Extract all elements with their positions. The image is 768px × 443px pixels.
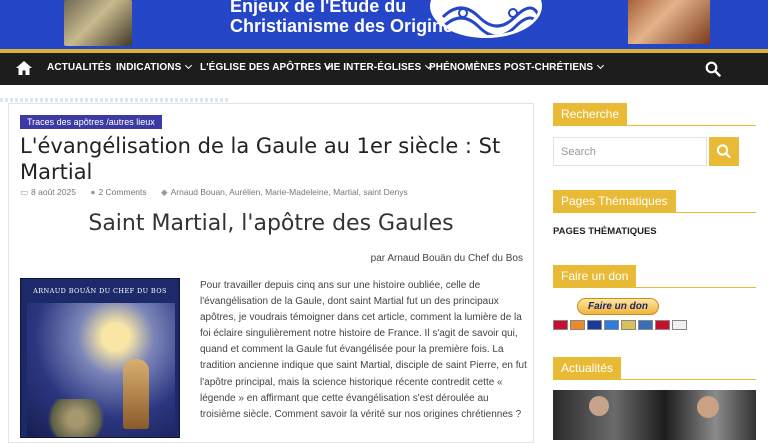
card-icon [621,320,636,330]
sidebar-rule [553,379,756,380]
chevron-down-icon [597,61,605,70]
sidebar-rule [553,212,756,213]
post-date[interactable]: ▭ 8 août 2025 [20,187,82,197]
category-tag[interactable]: Traces des apôtres /autres lieux [20,115,162,129]
book-cover-illustration [27,303,175,437]
nav-item-eglise-des-apotres[interactable]: L'ÉGLISE DES APÔTRES [200,61,333,73]
sidebar-heading-search: Recherche [553,103,628,125]
header-decorative-image-left [64,0,132,46]
nav-item-vie-inter-eglises[interactable]: VIE INTER-ÉGLISES [324,61,433,73]
chevron-down-icon [185,61,193,70]
site-title[interactable]: Enjeux de l'Etude du Christianisme des O… [230,0,463,36]
card-icon [587,320,602,330]
sidebar-rule [553,287,756,288]
card-icon [604,320,619,330]
donate-button[interactable]: Faire un don [577,298,659,315]
sidebar-heading-donate: Faire un don [553,265,637,287]
comment-icon: ● [90,187,96,197]
post-tags[interactable]: ◆ Arnaud Bouan, Aurélien, Marie-Madeleine… [161,187,414,197]
post-meta: ▭ 8 août 2025 ● 2 Comments ◆ Arnaud Bouan, … [20,187,420,198]
article-body: Pour travailler depuis cinq ans sur une … [200,280,527,420]
book-cover-author: ARNAUD BOUÄN DU CHEF DU BOS [33,287,167,295]
book-cover-image[interactable]: ARNAUD BOUÄN DU CHEF DU BOS [20,278,180,438]
nav-item-indications[interactable]: INDICATIONS [116,61,193,73]
home-icon[interactable] [15,59,33,77]
nav-item-phenomenes-post-chretiens[interactable]: PHÉNOMÈNES POST-CHRÉTIENS [429,61,605,73]
sidebar-heading-news: Actualités [553,357,622,379]
card-icon [553,320,568,330]
sidebar-link-pages-thematiques[interactable]: PAGES THÉMATIQUES [553,226,657,237]
news-thumbnail-image[interactable] [553,390,756,440]
main-navigation: ACTUALITÉS INDICATIONS L'ÉGLISE DES APÔT… [0,53,768,85]
search-input[interactable]: Search [553,137,707,166]
post-comments-link[interactable]: ● 2 Comments [90,187,152,197]
calendar-icon: ▭ [20,187,29,197]
sidebar-heading-pages: Pages Thématiques [553,190,676,212]
site-title-line2: Christianisme des Origines [230,16,464,36]
site-title-line1: Enjeux de l'Etude du [230,0,407,16]
sidebar-rule [553,125,756,126]
card-icon [672,320,687,330]
card-icon [655,320,670,330]
header-decorative-image-right [628,0,710,44]
card-icon [570,320,585,330]
decorative-dashed-line [0,98,230,102]
site-header-banner: Enjeux de l'Etude du Christianisme des O… [0,0,768,53]
search-button[interactable] [709,137,739,166]
nav-item-actualites[interactable]: ACTUALITÉS [47,62,111,73]
search-icon[interactable] [705,61,721,77]
article-byline: par Arnaud Bouän du Chef du Bos [370,253,523,264]
post-title: L'évangélisation de la Gaule au 1er sièc… [20,134,501,184]
tag-icon: ◆ [161,187,168,197]
article-subtitle: Saint Martial, l'apôtre des Gaules [88,211,454,236]
card-icon [638,320,653,330]
